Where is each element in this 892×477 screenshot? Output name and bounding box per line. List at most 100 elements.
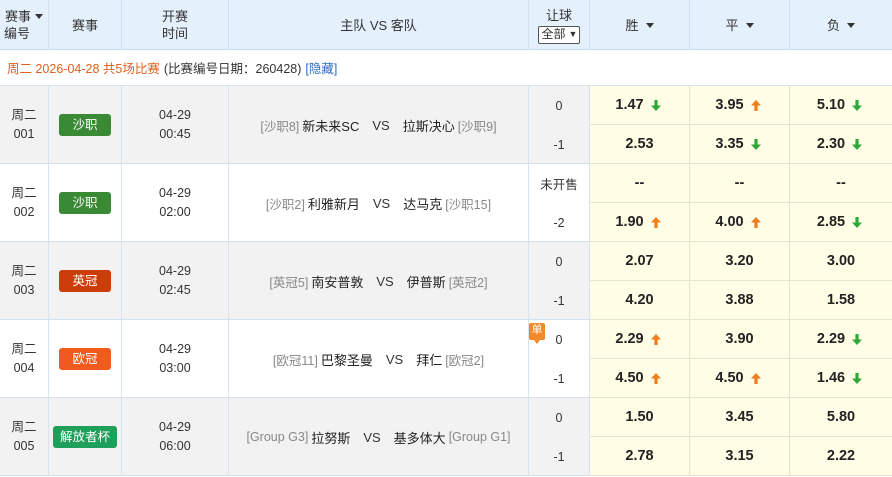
caret-down-icon	[645, 22, 654, 28]
away-team[interactable]: 拉斯决心	[403, 116, 455, 135]
odds-win[interactable]: 2.29	[590, 320, 690, 359]
date-summary: 周二 2026-04-28 共5场比赛	[7, 62, 160, 76]
odds-line: 2.29 3.90 2.29	[590, 320, 892, 359]
handicap-cell: 0 -1	[529, 242, 590, 320]
handicap-value: 0	[555, 410, 563, 425]
odds-draw[interactable]: 4.50	[690, 359, 790, 398]
odds-win[interactable]: 2.07	[590, 242, 690, 281]
match-teams: [Group G3] 拉努斯 VS 基多体大 [Group G1]	[229, 398, 529, 476]
odds-line: 1.50 3.45 5.80	[590, 398, 892, 437]
home-team[interactable]: 巴黎圣曼	[321, 350, 373, 369]
league-badge[interactable]: 沙职	[59, 114, 111, 136]
away-rank: [欧冠2]	[445, 353, 485, 368]
odds-lose[interactable]: 2.85	[790, 203, 892, 242]
odds-win[interactable]: 4.20	[590, 281, 690, 320]
away-team[interactable]: 拜仁	[416, 350, 442, 369]
league-cell: 英冠	[49, 242, 122, 320]
handicap-value: 未开售	[540, 178, 578, 192]
odds-lose[interactable]: 3.00	[790, 242, 892, 281]
handicap-value: -1	[553, 293, 565, 308]
away-team[interactable]: 伊普斯	[407, 272, 446, 291]
home-rank: [英冠5]	[269, 275, 309, 290]
home-rank: [欧冠11]	[272, 353, 318, 368]
handicap-value: -2	[553, 215, 565, 230]
arrow-up-icon	[750, 99, 764, 112]
kickoff-time: 04-29 06:00	[122, 398, 229, 476]
header-event-no[interactable]: 赛事 编号	[0, 0, 49, 50]
event-number: 周二 004	[0, 320, 49, 398]
handicap-value: -1	[553, 449, 565, 464]
away-team[interactable]: 达马克	[403, 194, 442, 213]
event-number: 周二 005	[0, 398, 49, 476]
odds-line: 2.53 3.35 2.30	[590, 125, 892, 164]
odds-draw[interactable]: 3.95	[690, 86, 790, 125]
handicap-cell: 0 -1	[529, 398, 590, 476]
home-team[interactable]: 新未来SC	[302, 116, 359, 135]
league-badge[interactable]: 沙职	[59, 192, 111, 214]
home-rank: [沙职8]	[260, 119, 300, 134]
arrow-up-icon	[750, 372, 764, 385]
odds-win[interactable]: 1.47	[590, 86, 690, 125]
odds-draw[interactable]: --	[690, 164, 790, 203]
odds-line: 1.47 3.95 5.10	[590, 86, 892, 125]
table-header: 赛事 编号 赛事 开赛 时间 主队 VS 客队 让球 全部 ▼ 胜 平 负	[0, 0, 892, 50]
odds-lose[interactable]: 1.58	[790, 281, 892, 320]
odds-win[interactable]: 2.53	[590, 125, 690, 164]
header-draw[interactable]: 平	[690, 0, 790, 50]
home-team[interactable]: 拉努斯	[311, 428, 350, 447]
odds-draw[interactable]: 3.45	[690, 398, 790, 437]
odds-win[interactable]: 2.78	[590, 437, 690, 476]
caret-down-icon	[745, 22, 754, 28]
league-badge[interactable]: 英冠	[59, 270, 111, 292]
arrow-down-icon	[851, 99, 865, 112]
odds-draw[interactable]: 3.88	[690, 281, 790, 320]
away-rank: [沙职15]	[445, 197, 492, 212]
hide-link[interactable]: [隐藏]	[305, 58, 337, 77]
table-row: 周二 001 沙职 04-29 00:45 [沙职8] 新未来SC VS 拉斯决心 [沙职9] 0 -…	[0, 86, 892, 164]
odds-draw[interactable]: 3.20	[690, 242, 790, 281]
odds-line: 4.50 4.50 1.46	[590, 359, 892, 398]
odds-draw[interactable]: 3.35	[690, 125, 790, 164]
odds-draw[interactable]: 3.15	[690, 437, 790, 476]
odds-lose[interactable]: --	[790, 164, 892, 203]
odds-lose[interactable]: 5.80	[790, 398, 892, 437]
away-rank: [沙职9]	[457, 119, 497, 134]
arrow-up-icon	[650, 216, 664, 229]
away-rank: [Group G1]	[448, 430, 511, 444]
odds-draw[interactable]: 4.00	[690, 203, 790, 242]
vs-label: VS	[372, 117, 390, 133]
handicap-value: -1	[553, 137, 565, 152]
caret-down-icon	[847, 22, 855, 28]
odds-lose[interactable]: 5.10	[790, 86, 892, 125]
odds-line: 1.90 4.00 2.85	[590, 203, 892, 242]
away-team[interactable]: 基多体大	[394, 428, 446, 447]
event-number: 周二 002	[0, 164, 49, 242]
home-team[interactable]: 利雅新月	[308, 194, 360, 213]
kickoff-time: 04-29 03:00	[122, 320, 229, 398]
league-badge[interactable]: 解放者杯	[52, 426, 117, 448]
home-rank: [Group G3]	[246, 430, 309, 444]
header-win[interactable]: 胜	[590, 0, 690, 50]
home-rank: [沙职2]	[265, 197, 305, 212]
header-lose[interactable]: 负	[790, 0, 892, 50]
event-number: 周二 003	[0, 242, 49, 320]
odds-lose[interactable]: 2.22	[790, 437, 892, 476]
away-rank: [英冠2]	[448, 275, 488, 290]
kickoff-time: 04-29 02:00	[122, 164, 229, 242]
odds-win[interactable]: 1.50	[590, 398, 690, 437]
handicap-select[interactable]: 全部 ▼	[537, 25, 581, 44]
match-teams: [沙职2] 利雅新月 VS 达马克 [沙职15]	[229, 164, 529, 242]
odds-lose[interactable]: 2.30	[790, 125, 892, 164]
handicap-cell: 0 -1	[529, 86, 590, 164]
home-team[interactable]: 南安普敦	[311, 272, 363, 291]
league-cell: 沙职	[49, 164, 122, 242]
odds-draw[interactable]: 3.90	[690, 320, 790, 359]
odds-win[interactable]: --	[590, 164, 690, 203]
odds-win[interactable]: 4.50	[590, 359, 690, 398]
odds-win[interactable]: 1.90	[590, 203, 690, 242]
odds-lose[interactable]: 1.46	[790, 359, 892, 398]
table-row: 周二 003 英冠 04-29 02:45 [英冠5] 南安普敦 VS 伊普斯 [英冠2] 0 -1 2…	[0, 242, 892, 320]
odds-lose[interactable]: 2.29	[790, 320, 892, 359]
league-badge[interactable]: 欧冠	[59, 348, 111, 370]
table-row: 周二 004 欧冠 04-29 03:00 [欧冠11] 巴黎圣曼 VS 拜仁 [欧冠2] 0 -1 2…	[0, 320, 892, 398]
